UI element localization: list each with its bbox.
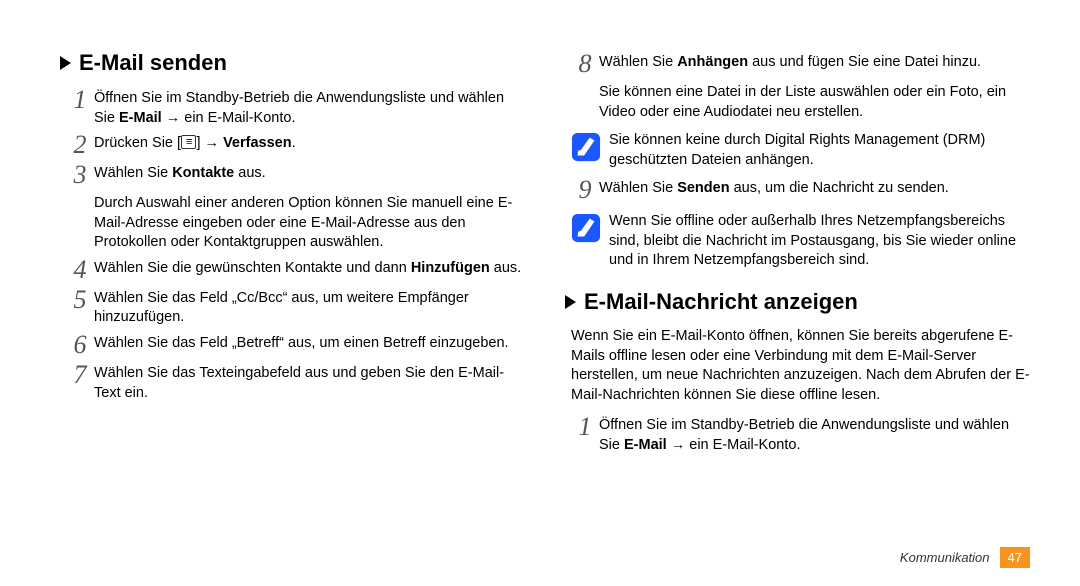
- step-8: 8 Wählen Sie Anhängen aus und fügen Sie …: [571, 53, 1030, 77]
- intro-paragraph: Wenn Sie ein E-Mail-Konto öffnen, können…: [571, 327, 1030, 405]
- info-note-icon: [571, 213, 601, 243]
- step-number: 8: [571, 51, 599, 77]
- step-text: Wählen Sie Kontakte aus.: [94, 164, 525, 184]
- step-text: Drücken Sie [≡] → Verfassen.: [94, 134, 525, 154]
- step-7: 7 Wählen Sie das Texteingabefeld aus und…: [66, 364, 525, 403]
- heading-text: E-Mail senden: [79, 50, 227, 76]
- step-9: 9 Wählen Sie Senden aus, um die Nachrich…: [571, 179, 1030, 203]
- step-text: Öffnen Sie im Standby-Betrieb die Anwend…: [599, 416, 1030, 455]
- text-span: .: [292, 135, 296, 151]
- text-span: Drücken Sie [: [94, 135, 181, 151]
- text-span: Wählen Sie: [599, 180, 677, 196]
- step-number: 7: [66, 362, 94, 388]
- step-number: 1: [571, 414, 599, 440]
- menu-icon: ≡: [181, 135, 196, 149]
- bold-senden: Senden: [677, 180, 729, 196]
- text-span: Wählen Sie die gewünschten Kontakte und …: [94, 260, 411, 276]
- step-4: 4 Wählen Sie die gewünschten Kontakte un…: [66, 259, 525, 283]
- page-content: E-Mail senden 1 Öffnen Sie im Standby-Be…: [0, 0, 1080, 586]
- step-2: 2 Drücken Sie [≡] → Verfassen.: [66, 134, 525, 158]
- footer-section-name: Kommunikation: [900, 550, 990, 565]
- text-span: aus.: [234, 165, 265, 181]
- note-text: Wenn Sie offline oder außerhalb Ihres Ne…: [609, 212, 1030, 271]
- bold-email: E-Mail: [119, 110, 162, 126]
- step-text: Wählen Sie Senden aus, um die Nachricht …: [599, 179, 1030, 199]
- step-text: Wählen Sie das Feld „Cc/Bcc“ aus, um wei…: [94, 289, 525, 328]
- step-number: 1: [66, 87, 94, 113]
- bold-hinzufuegen: Hinzufügen: [411, 260, 490, 276]
- text-span: Wählen Sie: [599, 54, 677, 70]
- step-number: 5: [66, 287, 94, 313]
- heading-email-anzeigen: E-Mail-Nachricht anzeigen: [565, 289, 1030, 315]
- chevron-right-icon: [60, 56, 71, 70]
- text-span: ] →: [196, 135, 223, 151]
- step-text: Wählen Sie das Texteingabefeld aus und g…: [94, 364, 525, 403]
- text-span: aus, um die Nachricht zu senden.: [730, 180, 949, 196]
- step-3-sub: Durch Auswahl einer anderen Option könne…: [94, 194, 525, 253]
- note-text: Sie können keine durch Digital Rights Ma…: [609, 131, 1030, 170]
- text-span: aus.: [490, 260, 521, 276]
- bold-anhaengen: Anhängen: [677, 54, 748, 70]
- step-number: 4: [66, 257, 94, 283]
- step-number: 2: [66, 132, 94, 158]
- step-number: 3: [66, 162, 94, 188]
- step-number: 6: [66, 332, 94, 358]
- chevron-right-icon: [565, 295, 576, 309]
- text-span: → ein E-Mail-Konto.: [667, 437, 801, 453]
- step-text: Wählen Sie Anhängen aus und fügen Sie ei…: [599, 53, 1030, 73]
- step-5: 5 Wählen Sie das Feld „Cc/Bcc“ aus, um w…: [66, 289, 525, 328]
- bold-verfassen: Verfassen: [223, 135, 292, 151]
- step-3: 3 Wählen Sie Kontakte aus.: [66, 164, 525, 188]
- step-text: Öffnen Sie im Standby-Betrieb die Anwend…: [94, 89, 525, 128]
- page-number: 47: [1000, 547, 1030, 568]
- view-step-1: 1 Öffnen Sie im Standby-Betrieb die Anwe…: [571, 416, 1030, 455]
- step-8-sub: Sie können eine Datei in der Liste auswä…: [599, 83, 1030, 122]
- step-text: Wählen Sie das Feld „Betreff“ aus, um ei…: [94, 334, 525, 354]
- bold-kontakte: Kontakte: [172, 165, 234, 181]
- heading-text: E-Mail-Nachricht anzeigen: [584, 289, 858, 315]
- bold-email: E-Mail: [624, 437, 667, 453]
- text-span: → ein E-Mail-Konto.: [162, 110, 296, 126]
- text-span: Wählen Sie: [94, 165, 172, 181]
- note-offline: Wenn Sie offline oder außerhalb Ihres Ne…: [571, 212, 1030, 271]
- note-drm: Sie können keine durch Digital Rights Ma…: [571, 131, 1030, 170]
- step-1: 1 Öffnen Sie im Standby-Betrieb die Anwe…: [66, 89, 525, 128]
- step-text: Wählen Sie die gewünschten Kontakte und …: [94, 259, 525, 279]
- step-number: 9: [571, 177, 599, 203]
- text-span: aus und fügen Sie eine Datei hinzu.: [748, 54, 981, 70]
- info-note-icon: [571, 132, 601, 162]
- heading-email-senden: E-Mail senden: [60, 50, 525, 76]
- page-footer: Kommunikation 47: [900, 547, 1030, 568]
- left-column: E-Mail senden 1 Öffnen Sie im Standby-Be…: [60, 50, 525, 566]
- right-column: 8 Wählen Sie Anhängen aus und fügen Sie …: [565, 50, 1030, 566]
- step-6: 6 Wählen Sie das Feld „Betreff“ aus, um …: [66, 334, 525, 358]
